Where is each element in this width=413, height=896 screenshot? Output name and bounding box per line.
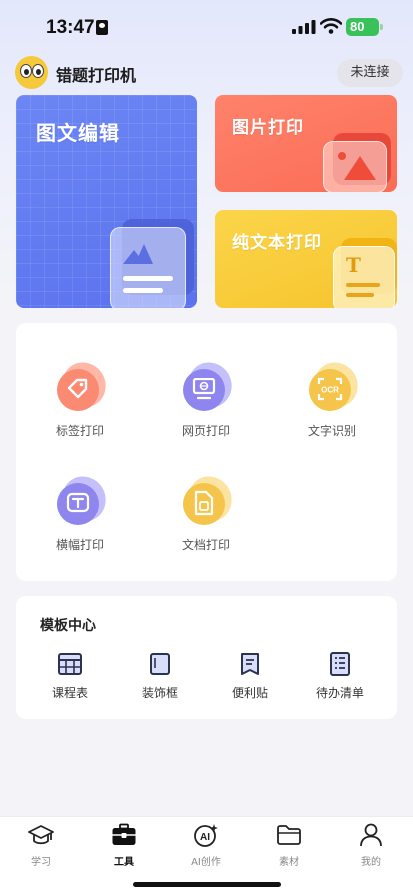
tab-label: 学习 <box>31 857 51 868</box>
folder-icon <box>277 825 301 845</box>
ocr-icon: OCR <box>308 357 364 413</box>
tab-tools[interactable]: 工具 <box>89 823 159 869</box>
picture-icon <box>323 133 391 192</box>
tag-icon <box>56 357 112 413</box>
document-icon <box>182 471 238 527</box>
tool-label: 标签打印 <box>55 424 104 438</box>
tab-label: 素材 <box>279 857 299 868</box>
tool-label-print[interactable]: 标签打印 <box>30 357 130 455</box>
logo-eye-right <box>32 64 44 78</box>
templates-panel: 模板中心 课程表 装饰框 便利贴 待办清单 <box>16 596 397 719</box>
wifi-icon <box>320 18 342 34</box>
tab-profile[interactable]: 我的 <box>336 823 406 869</box>
template-sticky-note[interactable]: 便利贴 <box>210 652 290 702</box>
status-bar: 13:47 80 <box>0 0 413 54</box>
image-print-card[interactable]: 图片打印 <box>215 95 397 192</box>
tool-banner-print[interactable]: 横幅打印 <box>30 471 130 569</box>
banner-text-icon <box>56 471 112 527</box>
tool-document-print[interactable]: 文档打印 <box>156 471 256 569</box>
sticky-note-icon <box>241 653 259 675</box>
tab-label: AI创作 <box>191 857 221 868</box>
text-print-card[interactable]: 纯文本打印 T <box>215 210 397 308</box>
app-header: 错题打印机 未连接 <box>0 56 413 92</box>
frame-icon <box>150 653 170 675</box>
tool-label: 文字识别 <box>307 424 356 438</box>
tool-label: 网页打印 <box>181 424 230 438</box>
svg-text:AI: AI <box>200 832 210 843</box>
template-frame[interactable]: 装饰框 <box>120 652 200 702</box>
document-image-icon <box>110 219 194 308</box>
tab-label: 我的 <box>361 857 381 868</box>
person-badge-icon <box>96 20 108 35</box>
template-label: 待办清单 <box>315 686 364 700</box>
tab-study[interactable]: 学习 <box>6 823 76 869</box>
text-print-card-title: 纯文本打印 <box>232 233 322 253</box>
graduation-cap-icon <box>28 825 54 845</box>
app-title: 错题打印机 <box>56 66 137 85</box>
tool-label: 横幅打印 <box>55 538 104 552</box>
template-checklist[interactable]: 待办清单 <box>300 652 380 702</box>
image-print-card-title: 图片打印 <box>232 118 304 138</box>
edit-card[interactable]: 图文编辑 <box>16 95 197 308</box>
tab-label: 工具 <box>114 857 134 868</box>
connect-status-button[interactable]: 未连接 <box>337 59 403 87</box>
logo-eye-left <box>20 64 32 78</box>
text-document-icon: T <box>333 238 397 308</box>
tab-materials[interactable]: 素材 <box>254 823 324 869</box>
app-logo <box>15 56 48 89</box>
edit-card-title: 图文编辑 <box>36 121 120 145</box>
battery-level: 80 <box>350 19 365 34</box>
home-indicator[interactable] <box>133 882 281 887</box>
tab-ai-create[interactable]: AI AI创作 <box>171 823 241 869</box>
battery-indicator: 80 <box>346 18 383 36</box>
person-icon <box>360 823 382 847</box>
svg-text:OCR: OCR <box>321 386 339 395</box>
template-schedule[interactable]: 课程表 <box>30 652 110 702</box>
ai-sparkle-icon: AI <box>194 824 218 847</box>
web-monitor-icon <box>182 357 238 413</box>
tool-web-print[interactable]: 网页打印 <box>156 357 256 455</box>
template-label: 装饰框 <box>141 686 178 700</box>
tools-panel: 标签打印 网页打印 OCR 文字识别 横幅打印 文档打印 <box>16 323 397 581</box>
template-label: 课程表 <box>51 686 88 700</box>
tool-ocr[interactable]: OCR 文字识别 <box>282 357 382 455</box>
checklist-icon <box>330 652 350 676</box>
tool-label: 文档打印 <box>181 538 230 552</box>
template-label: 便利贴 <box>231 686 268 700</box>
templates-title: 模板中心 <box>40 618 96 634</box>
status-time: 13:47 <box>46 17 95 38</box>
toolbox-icon <box>112 823 136 845</box>
cellular-signal-icon <box>292 20 316 34</box>
schedule-icon <box>58 653 82 675</box>
